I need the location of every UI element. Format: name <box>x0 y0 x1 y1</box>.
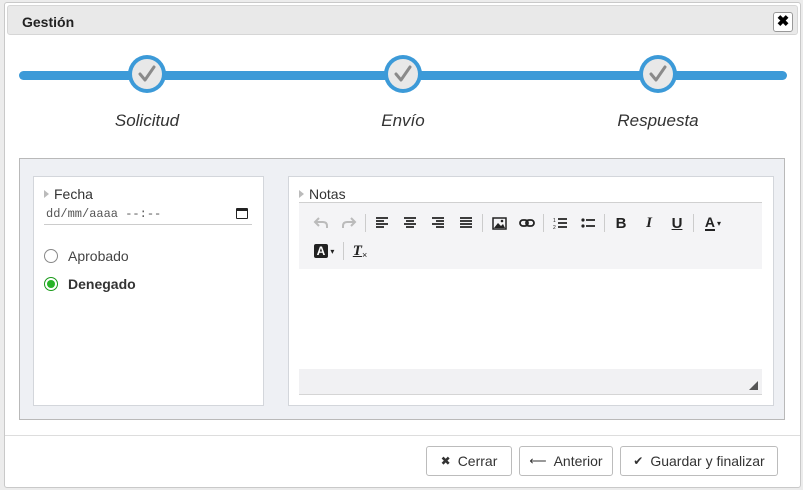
link-icon[interactable] <box>513 211 541 235</box>
radio-circle[interactable] <box>44 249 58 263</box>
calendar-icon[interactable] <box>236 208 248 219</box>
radio-aprobado[interactable]: Aprobado <box>44 246 129 266</box>
unordered-list-icon[interactable] <box>574 211 602 235</box>
background-color-icon[interactable]: A ▾ <box>307 239 341 263</box>
decision-box: Fecha dd/mm/aaaa --:-- Aprobado Denegado <box>33 176 264 406</box>
date-time-input[interactable]: dd/mm/aaaa --:-- <box>44 203 252 225</box>
close-button[interactable]: ✖ Cerrar <box>426 446 512 476</box>
save-finish-button[interactable]: ✔ Guardar y finalizar <box>620 446 778 476</box>
dialog-titlebar: Gestión ✖ <box>7 5 798 35</box>
radio-label: Denegado <box>68 276 136 292</box>
svg-text:2: 2 <box>553 225 556 230</box>
redo-icon[interactable] <box>335 211 363 235</box>
date-label: Fecha <box>44 186 93 202</box>
toolbar-divider <box>604 214 605 232</box>
bold-icon[interactable]: B <box>607 211 635 235</box>
notes-box: Notas 12 B I U A ▾ A ▾ T × <box>288 176 774 406</box>
date-placeholder: dd/mm/aaaa --:-- <box>46 207 162 221</box>
rich-text-editor: 12 B I U A ▾ A ▾ T × <box>299 202 762 395</box>
step-circle <box>384 55 422 93</box>
arrow-left-icon: ⟵ <box>529 454 547 468</box>
close-icon[interactable]: ✖ <box>773 12 793 32</box>
ordered-list-icon[interactable]: 12 <box>546 211 574 235</box>
toolbar-divider <box>482 214 483 232</box>
text-color-icon[interactable]: A ▾ <box>696 211 730 235</box>
step-circle <box>639 55 677 93</box>
progress-stepper: Solicitud Envío Respuesta <box>19 55 787 145</box>
check-icon <box>649 65 667 82</box>
italic-icon[interactable]: I <box>635 211 663 235</box>
editor-statusbar <box>299 369 762 395</box>
caret-right-icon <box>299 190 304 198</box>
radio-label: Aprobado <box>68 248 129 264</box>
undo-icon[interactable] <box>307 211 335 235</box>
resize-grip-icon[interactable] <box>749 381 758 390</box>
previous-button[interactable]: ⟵ Anterior <box>519 446 613 476</box>
step-label: Solicitud <box>114 111 180 130</box>
check-icon <box>394 65 412 82</box>
underline-icon[interactable]: U <box>663 211 691 235</box>
radio-circle[interactable] <box>44 277 58 291</box>
image-icon[interactable] <box>485 211 513 235</box>
align-right-icon[interactable] <box>424 211 452 235</box>
clear-format-icon[interactable]: T × <box>346 239 374 263</box>
check-icon <box>138 65 156 82</box>
toolbar-divider <box>343 242 344 260</box>
dialog-title: Gestión <box>22 14 75 30</box>
align-left-icon[interactable] <box>368 211 396 235</box>
editor-toolbar: 12 B I U A ▾ A ▾ T × <box>299 203 762 269</box>
form-panel: Fecha dd/mm/aaaa --:-- Aprobado Denegado… <box>19 158 785 420</box>
step-circle <box>128 55 166 93</box>
step-envio[interactable]: Envío <box>323 55 483 131</box>
align-justify-icon[interactable] <box>452 211 480 235</box>
footer-divider <box>5 435 800 436</box>
step-respuesta[interactable]: Respuesta <box>578 55 738 131</box>
toolbar-divider <box>543 214 544 232</box>
caret-right-icon <box>44 190 49 198</box>
notes-textarea[interactable] <box>299 269 762 369</box>
check-icon: ✔ <box>633 454 644 468</box>
step-solicitud[interactable]: Solicitud <box>67 55 227 131</box>
step-label: Envío <box>381 111 425 130</box>
toolbar-divider <box>365 214 366 232</box>
align-center-icon[interactable] <box>396 211 424 235</box>
radio-denegado[interactable]: Denegado <box>44 274 136 294</box>
step-label: Respuesta <box>617 111 699 130</box>
svg-text:1: 1 <box>553 218 556 224</box>
toolbar-divider <box>693 214 694 232</box>
notes-label: Notas <box>299 186 346 202</box>
gestion-dialog: Gestión ✖ Solicitud Envío Respuesta Fech… <box>4 2 801 488</box>
x-icon: ✖ <box>440 454 451 468</box>
